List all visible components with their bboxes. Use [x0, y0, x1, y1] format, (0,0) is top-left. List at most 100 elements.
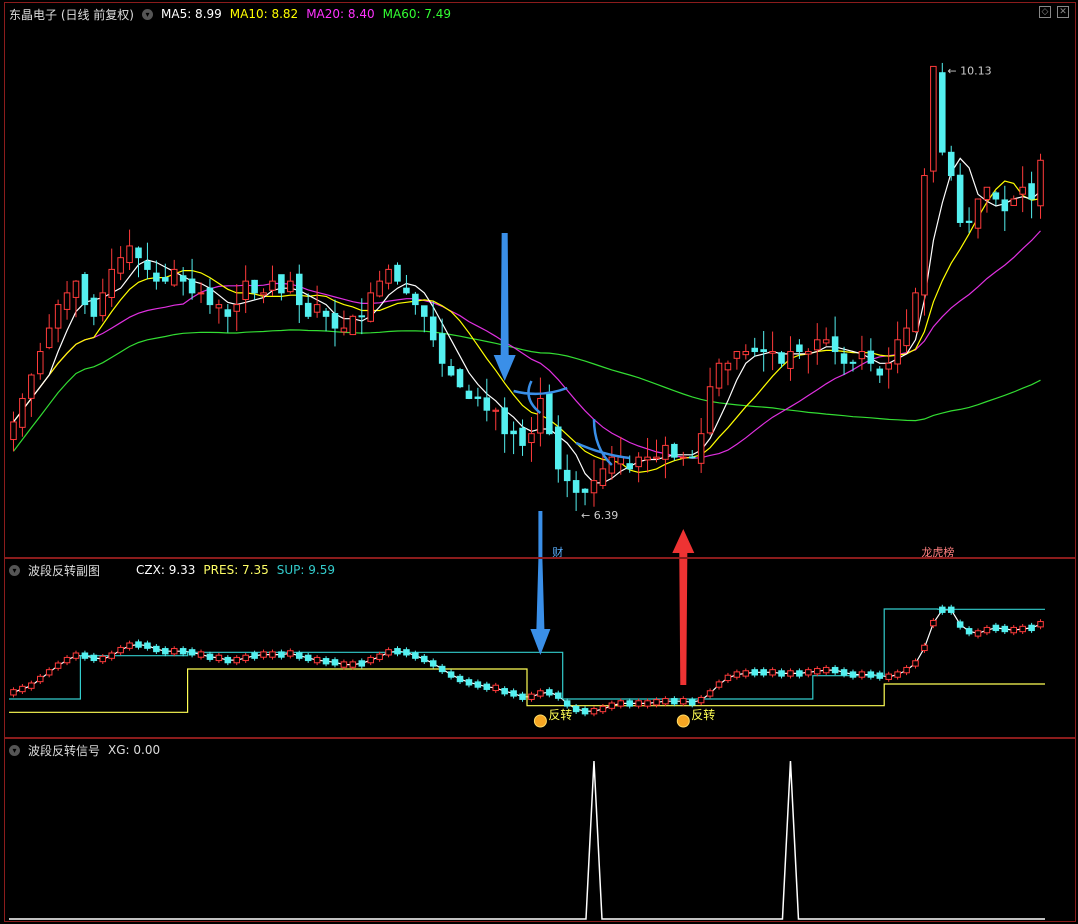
- candle-body: [63, 292, 71, 310]
- candle-body: [438, 333, 446, 364]
- sub1-candle-body: [840, 669, 848, 676]
- candle-body: [215, 304, 223, 309]
- sub1-candle-body: [742, 670, 750, 677]
- candle-body: [849, 361, 857, 364]
- sub-chart-panel-1[interactable]: ▾ 波段反转副图 CZX: 9.33 PRES: 7.35 SUP: 9.59 …: [4, 558, 1076, 738]
- candle-body: [349, 315, 357, 336]
- sub1-candle-body: [528, 693, 535, 700]
- candle-body: [54, 304, 62, 329]
- sub1-candle-body: [28, 682, 35, 689]
- candle-body: [153, 272, 160, 282]
- candle-body: [733, 351, 741, 359]
- sub1-candle-body: [269, 651, 276, 658]
- candle-body: [554, 426, 562, 470]
- sub1-candle-body: [519, 693, 526, 700]
- sub1-candle-body: [805, 669, 812, 676]
- sub1-candle-body: [429, 660, 437, 667]
- candle-body: [385, 268, 392, 284]
- reversal-signal-label: 反转: [691, 707, 715, 722]
- sub1-candle-body: [599, 705, 607, 713]
- sub1-candle-body: [215, 654, 223, 662]
- sub1-candle-body: [108, 652, 115, 659]
- sub1-candle-body: [921, 644, 928, 652]
- sub1-candle-body: [45, 669, 53, 676]
- candle-body: [367, 292, 374, 322]
- sub1-candle-body: [19, 685, 26, 693]
- candle-body: [760, 349, 767, 353]
- candle-body: [224, 309, 232, 317]
- sub1-candle-body: [867, 671, 875, 678]
- candle-body: [1028, 183, 1035, 200]
- sub1-candle-body: [617, 700, 625, 707]
- sub1-candle-body: [724, 674, 732, 682]
- candle-body: [197, 292, 205, 295]
- candle-body: [188, 278, 196, 294]
- candle-body: [831, 336, 839, 353]
- candle-body: [956, 174, 964, 223]
- sub1-candle-body: [438, 665, 446, 673]
- candle-body: [304, 302, 312, 317]
- sub1-candle-body: [162, 648, 169, 655]
- candle-body: [90, 297, 98, 317]
- sub1-candle-body: [197, 651, 205, 658]
- sub1-candle-body: [510, 690, 517, 697]
- reversal-signal-label: 反转: [548, 707, 572, 722]
- sub1-candle-body: [787, 670, 794, 677]
- sub1-candle-body: [983, 626, 991, 634]
- candle-body: [813, 339, 821, 351]
- sub1-candle-body: [242, 654, 249, 662]
- sub1-candle-body: [662, 698, 669, 705]
- candle-body: [313, 304, 321, 313]
- sub1-candle-body: [287, 650, 294, 657]
- candle-body: [885, 362, 892, 370]
- candle-body: [599, 468, 607, 486]
- sub1-candle-body: [858, 671, 866, 678]
- candle-body: [563, 469, 571, 482]
- candle-body: [796, 344, 803, 353]
- sub1-candle-body: [563, 700, 571, 707]
- candle-body: [590, 480, 598, 494]
- candle-body: [751, 347, 759, 353]
- sub-chart-panel-2[interactable]: ▾ 波段反转信号 XG: 0.00: [4, 738, 1076, 922]
- sub1-candle-body: [813, 668, 821, 675]
- candle-body: [19, 397, 26, 428]
- sub1-candle-body: [939, 606, 946, 613]
- candle-body: [912, 292, 919, 333]
- ma60-line: [13, 329, 1041, 452]
- ma20-line: [13, 230, 1041, 459]
- candle-body: [921, 175, 928, 296]
- sub1-candle-body: [474, 681, 482, 688]
- sub1-candle-body: [733, 671, 741, 678]
- candle-body: [358, 315, 366, 318]
- candle-body: [778, 352, 785, 364]
- main-chart-panel[interactable]: 东晶电子 (日线 前复权) ▾ MA5: 8.99 MA10: 8.82 MA2…: [4, 2, 1076, 558]
- reversal-signal-icon: [533, 714, 547, 728]
- low-price-label: ← 6.39: [581, 509, 618, 522]
- sub1-candle-body: [992, 624, 1000, 632]
- sub1-candle-body: [304, 654, 312, 662]
- candle-body: [787, 351, 794, 369]
- candle-body: [10, 421, 17, 441]
- sub1-candle-body: [537, 690, 544, 697]
- candle-body: [179, 275, 187, 282]
- sub1-candle-body: [831, 666, 839, 674]
- candle-body: [546, 393, 553, 435]
- sub1-candle-body: [224, 656, 232, 664]
- sub1-candle-body: [796, 670, 803, 677]
- sub1-candle-body: [1019, 625, 1026, 633]
- candle-body: [117, 257, 124, 274]
- candle-body: [126, 245, 133, 264]
- blue-down-arrow: [493, 233, 516, 381]
- candle-body: [36, 351, 44, 375]
- sub1-candle-body: [340, 661, 348, 668]
- candle-body: [769, 351, 776, 354]
- sub1-candle-body: [367, 656, 374, 664]
- high-price-label: ← 10.13: [947, 64, 991, 77]
- sub1-candle-body: [233, 656, 241, 664]
- candle-body: [483, 397, 491, 411]
- candle-body: [876, 368, 884, 376]
- candle-body: [939, 72, 946, 153]
- sub1-candle-body: [260, 651, 267, 658]
- candle-body: [394, 264, 401, 282]
- sub1-candle-body: [974, 630, 982, 637]
